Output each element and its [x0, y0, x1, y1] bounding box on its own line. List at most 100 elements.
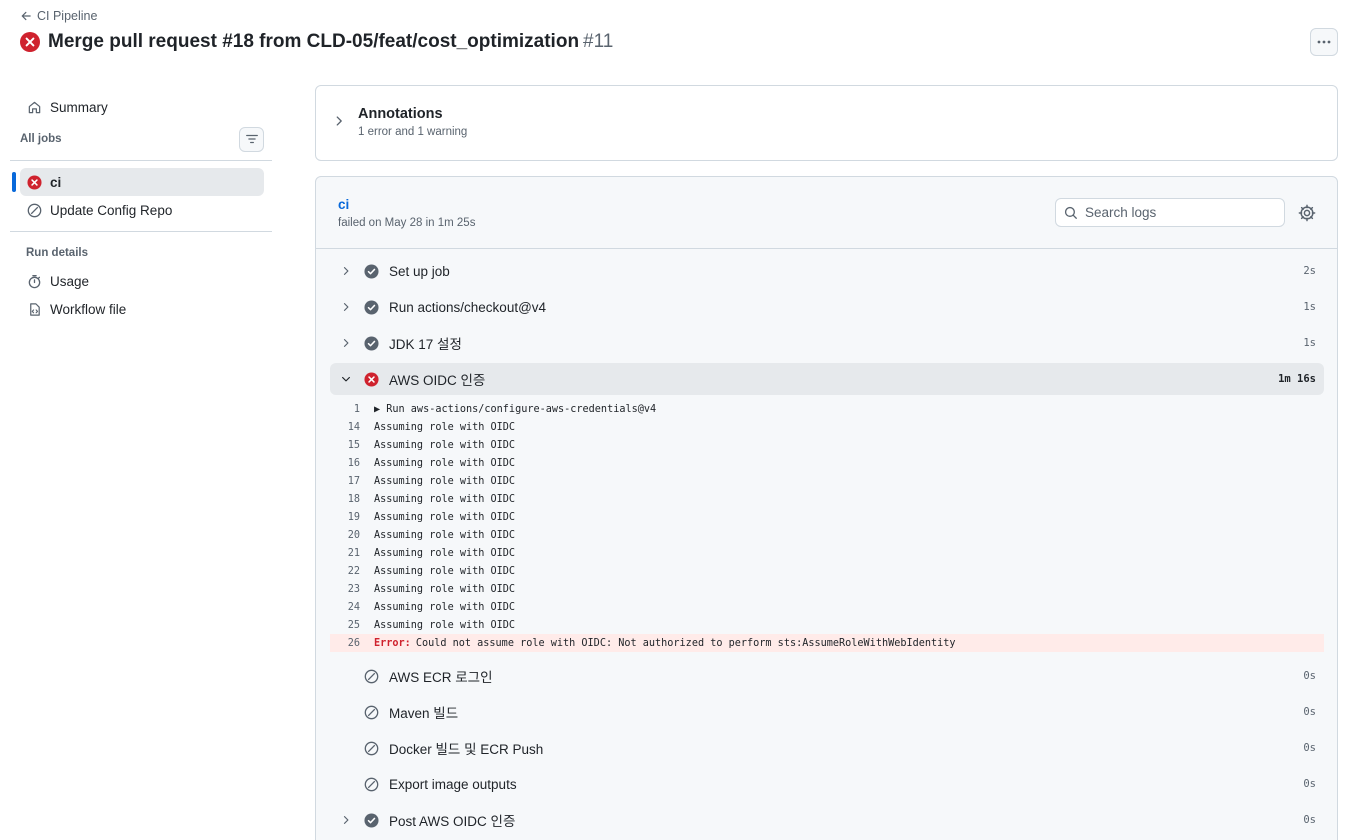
log-line-text: Assuming role with OIDC [374, 601, 516, 613]
log-line[interactable]: 19 Assuming role with OIDC [330, 508, 1324, 526]
sidebar-item-workflow-file[interactable]: Workflow file [10, 295, 272, 323]
sidebar-job-ci[interactable]: ci [12, 168, 264, 196]
chevron-down-icon [342, 376, 350, 382]
log-line-text: Assuming role with OIDC [374, 547, 516, 559]
sidebar-item-summary[interactable]: Summary [10, 93, 272, 121]
chevron-right-icon [343, 303, 349, 311]
page-title: Merge pull request #18 from CLD-05/feat/… [48, 31, 614, 52]
step-export-image-outputs[interactable]: Export image outputs 0s [330, 768, 1324, 800]
log-line-number[interactable]: 22 [330, 566, 374, 577]
all-jobs-header: All jobs [10, 125, 272, 153]
sidebar-item-label: Workflow file [50, 301, 127, 317]
sidebar-job-update-config-repo[interactable]: Update Config Repo [20, 196, 264, 224]
log-line-text: Assuming role with OIDC [374, 439, 516, 451]
x-circle-fill-icon [27, 174, 42, 190]
skip-icon [364, 777, 379, 791]
log-line-number[interactable]: 17 [330, 476, 374, 487]
log-line-text: Assuming role with OIDC [374, 475, 516, 487]
log-line-number[interactable]: 20 [330, 530, 374, 541]
skip-icon [364, 741, 379, 755]
steps-list: Set up job 2s Run actions/checkout@v4 1s… [330, 255, 1324, 840]
error-keyword: Error: [374, 637, 411, 649]
check-circle-fill-icon [364, 812, 379, 828]
log-line-number[interactable]: 21 [330, 548, 374, 559]
step-maven-build[interactable]: Maven 빌드 0s [330, 696, 1324, 728]
step-aws-oidc-auth[interactable]: AWS OIDC 인증 1m 16s [330, 363, 1324, 395]
log-line-number[interactable]: 24 [330, 602, 374, 613]
log-line[interactable]: 24 Assuming role with OIDC [330, 598, 1324, 616]
annotations-title: Annotations [358, 106, 443, 122]
log-line[interactable]: 25 Assuming role with OIDC [330, 616, 1324, 634]
log-line-number[interactable]: 26 [330, 638, 374, 649]
search-logs-input[interactable] [1085, 205, 1265, 220]
check-circle-fill-icon [364, 299, 379, 315]
sidebar-item-label: Update Config Repo [50, 202, 173, 218]
log-line-text: Assuming role with OIDC [374, 619, 516, 631]
back-link-label: CI Pipeline [37, 9, 98, 23]
log-line-text: Assuming role with OIDC [374, 493, 516, 505]
chevron-right-icon [343, 267, 349, 275]
annotations-panel[interactable]: Annotations 1 error and 1 warning [315, 85, 1338, 161]
file-code-icon [30, 302, 40, 316]
sidebar-item-usage[interactable]: Usage [10, 267, 272, 295]
log-line-text: Could not assume role with OIDC: Not aut… [415, 637, 956, 649]
step-run-checkout[interactable]: Run actions/checkout@v4 1s [330, 291, 1324, 323]
log-line[interactable]: 20 Assuming role with OIDC [330, 526, 1324, 544]
log-line-number[interactable]: 25 [330, 620, 374, 631]
log-line[interactable]: 21 Assuming role with OIDC [330, 544, 1324, 562]
log-line-text: Assuming role with OIDC [374, 583, 516, 595]
log-line[interactable]: 18 Assuming role with OIDC [330, 490, 1324, 508]
job-name-link[interactable]: ci [338, 197, 349, 212]
step-log: 1 ▶ Run aws-actions/configure-aws-creden… [330, 400, 1324, 652]
log-line-error[interactable]: 26 Error: Could not assume role with OID… [330, 634, 1324, 652]
log-line-number[interactable]: 18 [330, 494, 374, 505]
step-duration: 2s [1303, 265, 1316, 277]
log-line-number[interactable]: 14 [330, 422, 374, 433]
log-line-text: Assuming role with OIDC [374, 565, 516, 577]
job-header: ci failed on May 28 in 1m 25s [316, 177, 1337, 249]
log-line[interactable]: 16 Assuming role with OIDC [330, 454, 1324, 472]
chevron-right-icon [343, 816, 349, 824]
more-options-button[interactable] [1310, 28, 1338, 56]
log-line-number[interactable]: 16 [330, 458, 374, 469]
run-details-label: Run details [26, 247, 88, 259]
search-logs-field[interactable] [1055, 198, 1285, 227]
log-line[interactable]: 1 ▶ Run aws-actions/configure-aws-creden… [330, 400, 1324, 418]
run-number: #11 [583, 31, 614, 52]
step-label: AWS ECR 로그인 [389, 670, 493, 685]
all-jobs-label: All jobs [20, 133, 62, 145]
log-line[interactable]: 17 Assuming role with OIDC [330, 472, 1324, 490]
log-line[interactable]: 14 Assuming role with OIDC [330, 418, 1324, 436]
step-aws-ecr-login[interactable]: AWS ECR 로그인 0s [330, 660, 1324, 692]
sidebar-item-label: Summary [50, 99, 108, 115]
step-set-up-job[interactable]: Set up job 2s [330, 255, 1324, 287]
log-line[interactable]: 22 Assuming role with OIDC [330, 562, 1324, 580]
home-icon [28, 101, 41, 113]
log-line[interactable]: 15 Assuming role with OIDC [330, 436, 1324, 454]
log-line-number[interactable]: 19 [330, 512, 374, 523]
sidebar-item-label: Usage [50, 273, 90, 289]
step-jdk-setup[interactable]: JDK 17 설정 1s [330, 327, 1324, 359]
log-line-number[interactable]: 23 [330, 584, 374, 595]
filter-icon [245, 134, 258, 144]
log-line[interactable]: 23 Assuming role with OIDC [330, 580, 1324, 598]
kebab-horizontal-icon [1317, 40, 1331, 44]
step-docker-build-push[interactable]: Docker 빌드 및 ECR Push 0s [330, 732, 1324, 764]
arrow-left-icon [21, 11, 31, 21]
back-link[interactable]: CI Pipeline [20, 9, 97, 23]
step-duration: 0s [1303, 742, 1316, 754]
log-line-number[interactable]: 1 [330, 404, 374, 415]
log-line-text: ▶ Run aws-actions/configure-aws-credenti… [374, 403, 657, 415]
log-line-number[interactable]: 15 [330, 440, 374, 451]
stopwatch-icon [28, 274, 41, 288]
step-duration: 0s [1303, 670, 1316, 682]
gear-icon[interactable] [1298, 204, 1316, 222]
step-label: AWS OIDC 인증 [389, 373, 486, 388]
step-duration: 1s [1303, 337, 1316, 349]
check-circle-fill-icon [364, 263, 379, 279]
skip-icon [364, 669, 379, 683]
filter-jobs-button[interactable] [239, 126, 264, 152]
search-icon [1064, 206, 1077, 219]
step-post-aws-oidc-auth[interactable]: Post AWS OIDC 인증 0s [330, 804, 1324, 836]
step-duration: 0s [1303, 814, 1316, 826]
